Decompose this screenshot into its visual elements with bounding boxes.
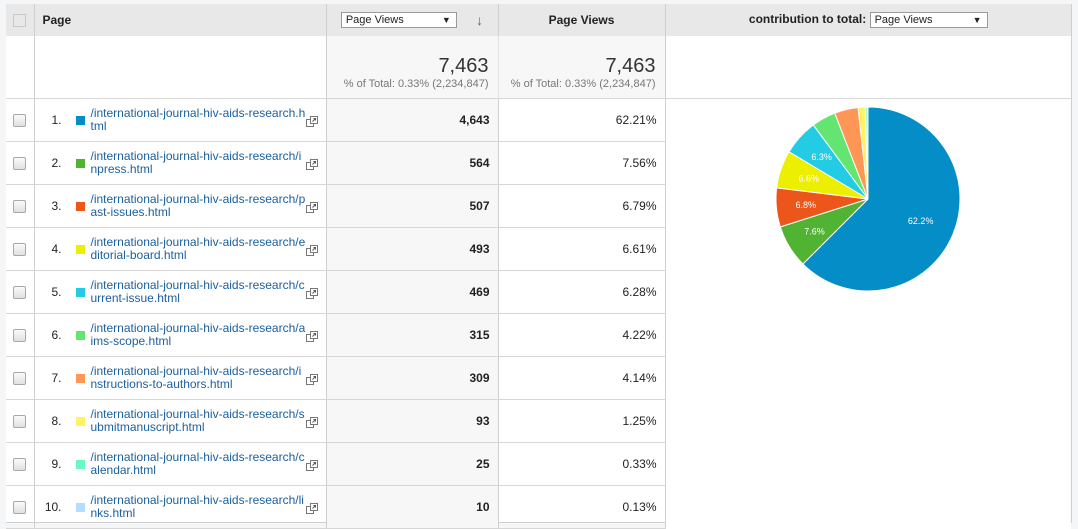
contribution-value: 6.79% (498, 184, 666, 228)
pie-label-2: 7.6% (804, 226, 825, 236)
contribution-value: 4.14% (498, 356, 666, 400)
page-link[interactable]: /international-journal-hiv-aids-research… (91, 322, 307, 348)
pageviews-value: 564 (326, 141, 499, 185)
pie-label-1: 62.2% (908, 216, 934, 226)
metric-column-header[interactable]: Page Views (498, 4, 666, 36)
pageviews-value: 4,643 (326, 98, 499, 142)
row-index: 7. (51, 371, 62, 385)
pie-label-4: 6.6% (799, 174, 820, 184)
color-swatch (75, 330, 85, 340)
pageviews-value: 315 (326, 313, 499, 357)
dropdown-arrow-icon: ▼ (972, 15, 982, 25)
pie-label-3: 6.8% (795, 200, 816, 210)
color-swatch (75, 502, 85, 512)
row-index: 9. (51, 457, 62, 471)
row-checkbox[interactable] (13, 157, 27, 171)
contribution-value: 4.22% (498, 313, 666, 357)
row-checkbox[interactable] (13, 372, 27, 386)
color-swatch (75, 459, 85, 469)
row-checkbox[interactable] (13, 243, 27, 257)
pageviews-value: 93 (326, 399, 499, 443)
row-checkbox[interactable] (13, 415, 27, 429)
external-link-icon[interactable] (305, 417, 318, 428)
row-checkbox[interactable] (13, 458, 27, 472)
color-swatch (75, 115, 85, 125)
page-column-header[interactable]: Page (34, 4, 327, 36)
external-link-icon[interactable] (305, 159, 318, 170)
totals-row: 7,463 % of Total: 0.33% (2,234,847) 7,46… (6, 36, 1071, 99)
pageviews-value: 25 (326, 442, 499, 486)
row-index: 4. (51, 242, 62, 256)
pageviews-value: 493 (326, 227, 499, 271)
metric-header: Page Views ▼ ↓ (326, 4, 499, 36)
contribution-header: contribution to total: Page Views ▼ (665, 4, 1071, 36)
pageviews-value: 469 (326, 270, 499, 314)
pageviews-total-sub: % of Total: 0.33% (2,234,847) (343, 78, 489, 90)
page-link[interactable]: /international-journal-hiv-aids-research… (91, 451, 307, 477)
page-link[interactable]: /international-journal-hiv-aids-research… (91, 107, 307, 133)
contribution-value: 7.56% (498, 141, 666, 185)
color-swatch (75, 158, 85, 168)
color-swatch (75, 201, 85, 211)
row-index: 5. (51, 285, 62, 299)
color-swatch (75, 373, 85, 383)
row-checkbox[interactable] (13, 114, 27, 128)
contribution-value: 6.61% (498, 227, 666, 271)
row-index: 6. (51, 328, 62, 342)
contribution-pie-chart: 62.2% 7.6% 6.8% 6.6% 6.3% (775, 106, 961, 292)
page-link[interactable]: /international-journal-hiv-aids-research… (91, 193, 307, 219)
external-link-icon[interactable] (305, 245, 318, 256)
pageviews-value: 10 (326, 485, 499, 529)
row-index: 10. (44, 500, 62, 514)
contribution-label: contribution to total: (748, 12, 867, 27)
row-index: 1. (51, 113, 62, 127)
row-checkbox[interactable] (13, 329, 27, 343)
header-row: Page Page Views ▼ ↓ Page Views contributi… (6, 4, 1071, 36)
sort-descending-icon[interactable]: ↓ (476, 12, 483, 28)
page-link[interactable]: /international-journal-hiv-aids-research… (91, 150, 307, 176)
row-index: 2. (51, 156, 62, 170)
select-all-checkbox[interactable] (13, 14, 27, 28)
row-checkbox[interactable] (13, 286, 27, 300)
row-checkbox[interactable] (13, 200, 27, 214)
pageviews-value: 507 (326, 184, 499, 228)
contribution-select[interactable]: Page Views ▼ (869, 12, 988, 28)
color-swatch (75, 244, 85, 254)
metric-select-value: Page Views (345, 14, 404, 26)
contribution-total-cell: 7,463 % of Total: 0.33% (2,234,847) (498, 36, 666, 99)
contribution-value: 0.13% (498, 485, 666, 529)
contribution-total: 7,463 (605, 55, 656, 77)
page-link[interactable]: /international-journal-hiv-aids-research… (91, 279, 307, 305)
contribution-value: 1.25% (498, 399, 666, 443)
report-table-container: Page Page Views ▼ ↓ Page Views contributi… (6, 4, 1072, 529)
page-link[interactable]: /international-journal-hiv-aids-research… (91, 236, 307, 262)
external-link-icon[interactable] (305, 202, 318, 213)
contribution-total-sub: % of Total: 0.33% (2,234,847) (510, 78, 656, 90)
pageviews-value: 309 (326, 356, 499, 400)
external-link-icon[interactable] (305, 374, 318, 385)
page-link[interactable]: /international-journal-hiv-aids-research… (91, 408, 307, 434)
page-link[interactable]: /international-journal-hiv-aids-research… (91, 494, 307, 520)
row-checkbox[interactable] (13, 501, 27, 515)
external-link-icon[interactable] (305, 460, 318, 471)
select-all-cell (6, 4, 35, 36)
pie-label-5: 6.3% (811, 152, 832, 162)
external-link-icon[interactable] (305, 288, 318, 299)
dropdown-arrow-icon: ▼ (441, 15, 451, 25)
color-swatch (75, 287, 85, 297)
pageviews-total-cell: 7,463 % of Total: 0.33% (2,234,847) (326, 36, 499, 99)
contribution-value: 6.28% (498, 270, 666, 314)
pageviews-total: 7,463 (438, 55, 489, 77)
row-index: 3. (51, 199, 62, 213)
color-swatch (75, 416, 85, 426)
contribution-value: 0.33% (498, 442, 666, 486)
row-index: 8. (51, 414, 62, 428)
external-link-icon[interactable] (305, 116, 318, 127)
external-link-icon[interactable] (305, 503, 318, 514)
contribution-select-value: Page Views (874, 14, 933, 26)
metric-select[interactable]: Page Views ▼ (340, 12, 457, 28)
contribution-value: 62.21% (498, 98, 666, 142)
page-link[interactable]: /international-journal-hiv-aids-research… (91, 365, 307, 391)
external-link-icon[interactable] (305, 331, 318, 342)
